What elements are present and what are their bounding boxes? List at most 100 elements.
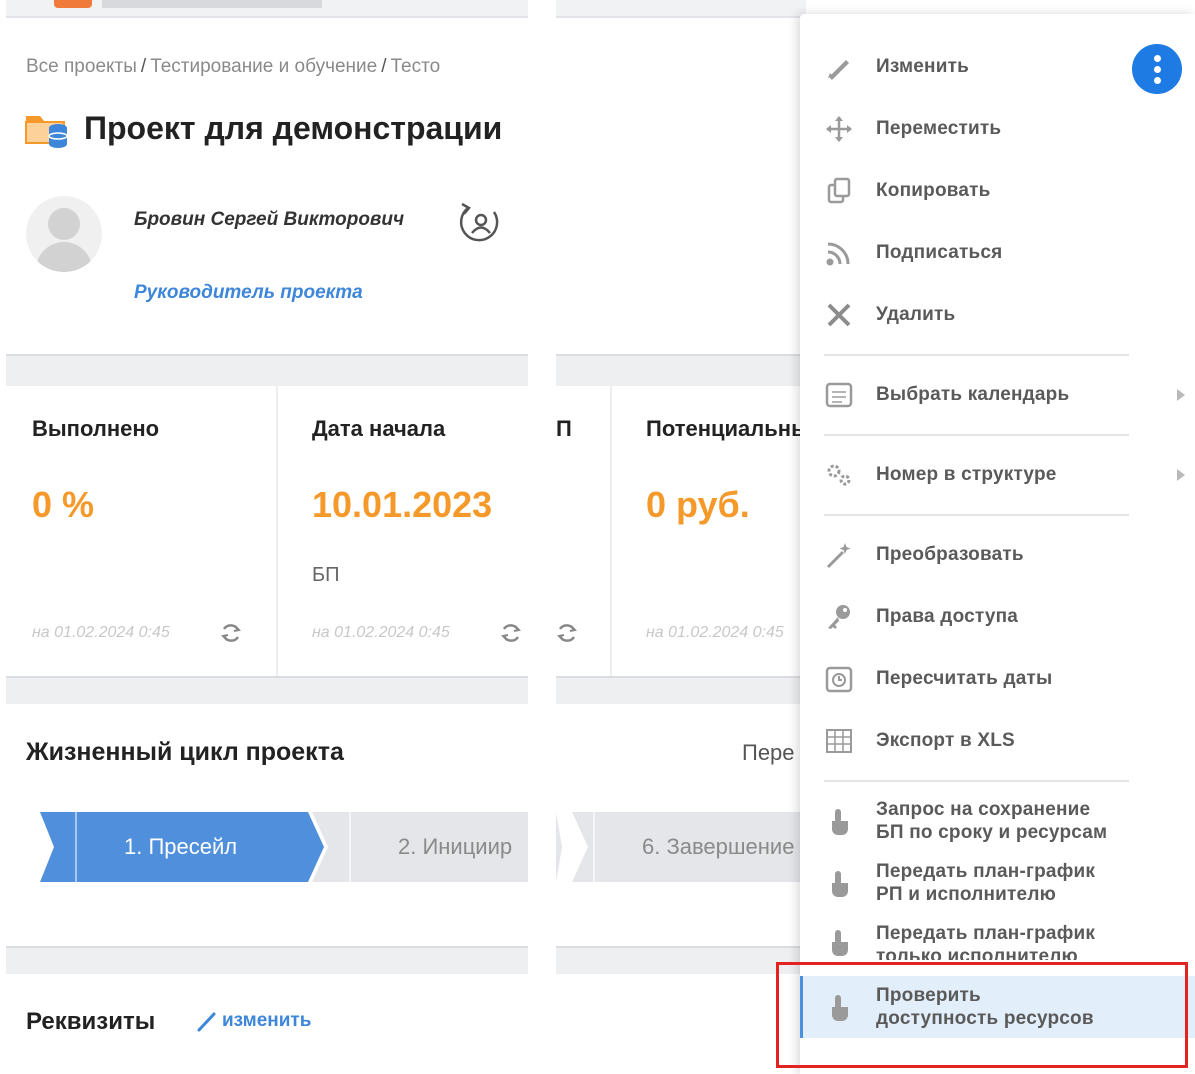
pencil-icon (197, 1012, 216, 1032)
stat-sub: БП (312, 564, 340, 586)
menu-item-select-calendar[interactable]: Выбрать календарь (800, 364, 1195, 426)
breadcrumb-testing[interactable]: Тестирование и обучение (150, 56, 377, 77)
manager-role-link[interactable]: Руководитель проекта (134, 282, 363, 304)
submenu-arrow-icon (1177, 389, 1185, 401)
menu-item-structure-number[interactable]: Номер в структуре (800, 444, 1195, 506)
stat-date: на 01.02.2024 0:45 (646, 624, 784, 641)
stat-value: 0 руб. (646, 484, 750, 525)
context-menu: Изменить Переместить Копировать Подписат… (800, 14, 1195, 1074)
menu-item-label: Копировать (876, 180, 991, 201)
refresh-icon[interactable] (500, 622, 522, 644)
menu-item-label: Переместить (876, 118, 1002, 139)
section-divider (6, 946, 528, 974)
manager-name[interactable]: Бровин Сергей Викторович (134, 209, 404, 231)
menu-item-label: Удалить (876, 304, 956, 325)
hand-pointer-icon (822, 804, 856, 838)
breadcrumb-separator: / (140, 56, 147, 77)
breadcrumb-current[interactable]: Тесто (391, 56, 441, 77)
menu-item-label-line: Передать план-график (876, 861, 1096, 882)
section-divider (6, 676, 528, 704)
key-icon (822, 600, 856, 634)
stat-value: 10.01.2023 (312, 484, 493, 525)
project-folder-icon (25, 116, 68, 148)
project-panel-right: П Потенциальны 0 руб. на 01.02.2024 0:45… (556, 0, 806, 1074)
refresh-icon[interactable] (556, 622, 578, 644)
menu-item-copy[interactable]: Копировать (800, 160, 1195, 222)
project-panel: Все проекты / Тестирование и обучение / Тест… (6, 0, 528, 1074)
change-manager-icon[interactable] (454, 200, 504, 246)
menu-item-export-xls[interactable]: Экспорт в XLS (800, 710, 1195, 772)
breadcrumb-all-projects[interactable]: Все проекты (26, 56, 137, 77)
menu-item-label: Запрос на сохранение БП по сроку и ресур… (876, 798, 1107, 844)
stat-potential: Потенциальны 0 руб. на 01.02.2024 0:45 (612, 386, 806, 676)
menu-divider (824, 514, 1129, 516)
hand-pointer-icon (822, 866, 856, 900)
menu-item-edit[interactable]: Изменить (800, 36, 1195, 98)
rss-icon (822, 236, 856, 270)
stat-label: Потенциальны (646, 416, 806, 441)
stat-label: П (556, 416, 572, 441)
stage-label[interactable]: 2. Иницииp (398, 812, 512, 882)
refresh-icon[interactable] (220, 622, 242, 644)
stage-label-active[interactable]: 1. Пресейл (124, 812, 237, 882)
menu-item-delete[interactable]: Удалить (800, 284, 1195, 346)
stat-label: Дата начала (312, 416, 446, 441)
copy-icon (822, 174, 856, 208)
avatar (26, 196, 102, 272)
menu-item-label-line: БП по сроку и ресурсам (876, 822, 1108, 843)
calendar-icon (822, 378, 856, 412)
stat-start-date: Дата начала 10.01.2023 БП на 01.02.2024 … (278, 386, 528, 676)
menu-item-send-schedule-pm[interactable]: Передать план-график РП и исполнителю (800, 852, 1195, 914)
menu-item-send-schedule-executor[interactable]: Передать план-график только исполнителю (800, 914, 1195, 960)
menu-item-save-request[interactable]: Запрос на сохранение БП по сроку и ресур… (800, 790, 1195, 852)
menu-item-label-line: только исполнителю (876, 946, 1078, 960)
section-divider (6, 354, 528, 386)
clock-icon (822, 662, 856, 696)
menu-item-label: Пересчитать даты (876, 668, 1053, 689)
move-icon (822, 112, 856, 146)
stat-date: на 01.02.2024 0:45 (312, 624, 450, 641)
menu-item-label: Выбрать календарь (876, 384, 1070, 405)
stage-label[interactable]: 6. Завершение (642, 812, 794, 882)
title-row: Проект для демонстрации (24, 108, 502, 148)
menu-divider (824, 434, 1129, 436)
edit-link-label: изменить (222, 1010, 312, 1031)
top-bar-text (102, 0, 322, 8)
menu-item-label: Передать план-график только исполнителю (876, 922, 1095, 960)
stat-date: на 01.02.2024 0:45 (32, 624, 170, 641)
menu-divider (824, 780, 1129, 782)
breadcrumb: Все проекты / Тестирование и обучение / Тест… (26, 56, 440, 78)
menu-item-label-line: Запрос на сохранение (876, 799, 1091, 820)
menu-divider (824, 354, 1129, 356)
menu-item-access-rights[interactable]: Права доступа (800, 586, 1195, 648)
requisites-title: Реквизиты (26, 1008, 156, 1035)
top-bar (556, 0, 806, 18)
menu-item-label: Права доступа (876, 606, 1019, 627)
menu-item-label: Изменить (876, 56, 969, 77)
breadcrumb-separator: / (381, 56, 387, 77)
app-logo (54, 0, 92, 8)
lifecycle-title: Жизненный цикл проекта (26, 738, 344, 766)
hand-pointer-icon (822, 925, 856, 959)
menu-item-move[interactable]: Переместить (800, 98, 1195, 160)
lifecycle-right-text[interactable]: Пере (742, 740, 795, 766)
gears-icon (822, 458, 856, 492)
stat-completed: Выполнено 0 % на 01.02.2024 0:45 (6, 386, 276, 676)
highlight-annotation (776, 962, 1188, 1068)
section-divider (556, 354, 806, 386)
edit-requisites-link[interactable]: изменить (196, 1010, 311, 1032)
stat-value: 0 % (32, 484, 95, 525)
menu-item-transform[interactable]: Преобразовать (800, 524, 1195, 586)
submenu-arrow-icon (1177, 469, 1185, 481)
magic-wand-icon (822, 538, 856, 572)
menu-item-label: Преобразовать (876, 544, 1024, 565)
menu-item-label-line: РП и исполнителю (876, 884, 1057, 905)
menu-item-label: Экспорт в XLS (876, 730, 1015, 751)
menu-item-recalculate-dates[interactable]: Пересчитать даты (800, 648, 1195, 710)
close-icon (822, 298, 856, 332)
page-title: Проект для демонстрации (84, 109, 503, 146)
menu-item-subscribe[interactable]: Подписаться (800, 222, 1195, 284)
pencil-icon (822, 50, 856, 84)
menu-item-label: Передать план-график РП и исполнителю (876, 860, 1095, 906)
section-divider (556, 946, 806, 974)
